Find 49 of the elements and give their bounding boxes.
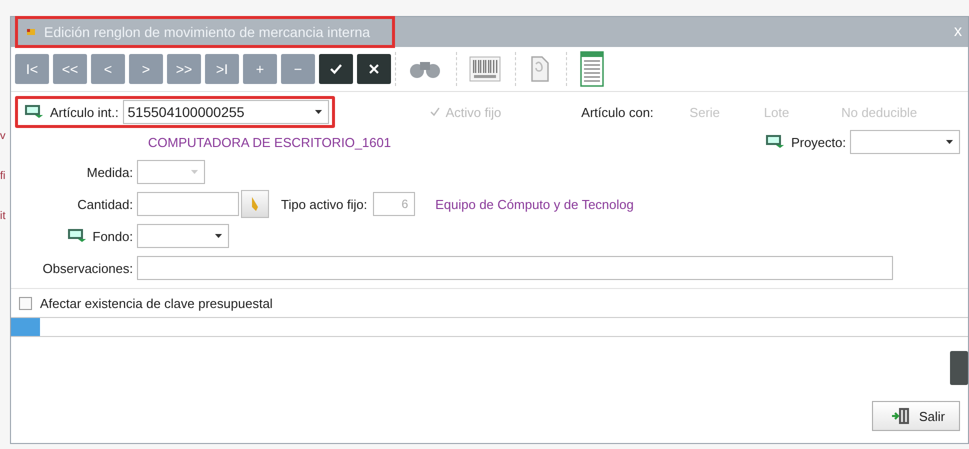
exit-button[interactable]: Salir [872,401,960,431]
background-text: v [0,130,6,142]
cancel-button[interactable] [357,54,391,84]
lookup-icon[interactable] [66,228,87,244]
quantity-field[interactable] [137,192,239,216]
app-icon [26,27,36,37]
field-label: Artículo int.: [50,104,119,120]
nav-button[interactable]: >I [205,54,239,84]
field-label: Medida: [86,164,133,180]
field-label: Cantidad: [77,196,133,212]
caret-icon [191,170,198,174]
lookup-icon[interactable] [24,104,44,120]
article-description: COMPUTADORA DE ESCRITORIO_1601 [148,134,391,150]
field-label: Proyecto: [791,134,846,150]
field-label: Artículo con: [581,104,654,120]
field-label: Fondo: [92,228,133,244]
caret-icon [215,234,222,238]
door-icon [890,407,911,425]
check-icon [430,107,440,117]
asset-type-description: Equipo de Cómputo y de Tecnolog [435,196,634,212]
nav-button[interactable]: < [91,54,125,84]
close-button[interactable]: x [954,23,962,41]
caret-icon [314,110,322,114]
background-text: fi [0,170,6,182]
nav-button[interactable]: I< [15,54,49,84]
field-label: Tipo activo fijo: [281,196,368,212]
notes-field[interactable] [137,256,893,280]
scroll-handle[interactable] [950,351,968,385]
project-dropdown[interactable] [850,130,960,154]
check-icon [329,63,343,75]
nav-button[interactable]: >> [167,54,201,84]
asset-type-field[interactable]: 6 [373,192,416,216]
article-dropdown[interactable]: 515504100000255 [122,100,329,124]
fund-dropdown[interactable] [137,224,229,248]
nav-button[interactable]: − [281,54,315,84]
close-icon [368,63,380,75]
window-title: Edición renglon de movimiento de mercancia interna [44,24,370,40]
nav-button[interactable]: > [129,54,163,84]
background-text: it [0,210,6,222]
caret-icon [946,140,953,144]
checkbox-label: Afectar existencia de clave presupuestal [40,296,273,310]
confirm-button[interactable] [319,54,353,84]
field-label: Observaciones: [42,260,133,276]
lookup-icon[interactable] [765,134,786,150]
calculator-button[interactable] [241,190,269,218]
nav-button[interactable]: + [243,54,277,84]
nav-button[interactable]: << [53,54,87,84]
unit-dropdown[interactable] [137,160,205,184]
checkbox[interactable] [19,296,32,310]
